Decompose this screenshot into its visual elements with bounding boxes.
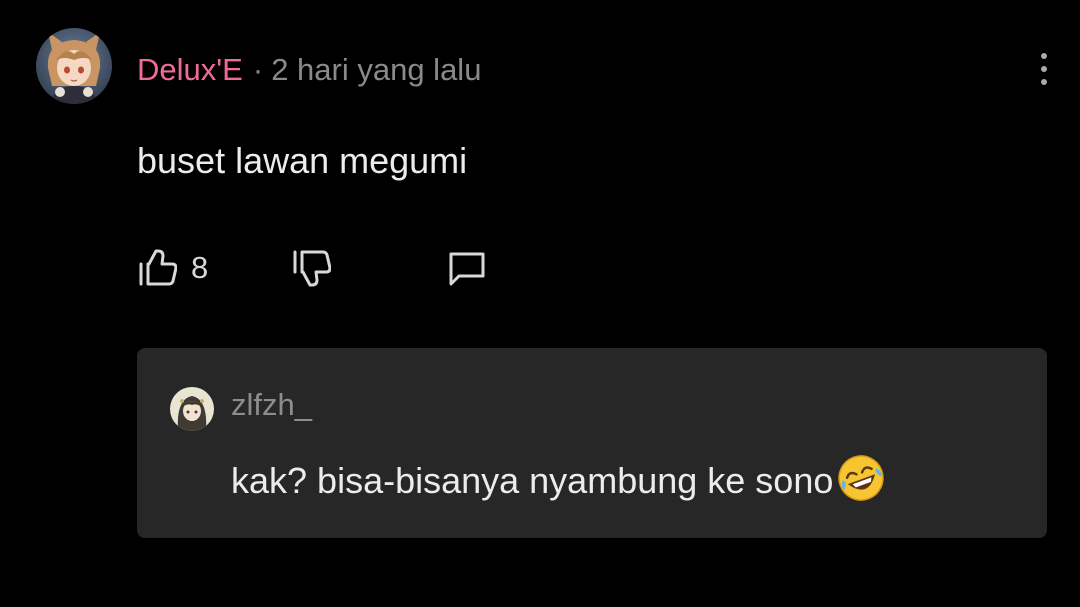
more-vertical-icon[interactable] xyxy=(1030,50,1058,88)
comment-text: buset lawan megumi xyxy=(137,140,468,181)
reply-avatar-image xyxy=(170,387,214,431)
comment-timestamp: 2 hari yang lalu xyxy=(271,52,482,87)
comment-actions: 8 xyxy=(137,246,537,290)
header-separator: · xyxy=(252,52,264,87)
reply-card[interactable]: zlfzh_ kak? bisa-bisanya nyambung ke son… xyxy=(137,348,1047,538)
reply-username[interactable]: zlfzh_ xyxy=(231,387,312,423)
comment-username[interactable]: Delux'E xyxy=(137,52,243,88)
reply-text: kak? bisa-bisanya nyambung ke sono xyxy=(231,455,887,504)
kebab-dot xyxy=(1041,79,1047,85)
thumbs-up-icon xyxy=(139,249,177,286)
reply-bubble-icon xyxy=(449,252,485,286)
like-button[interactable]: 8 xyxy=(137,246,208,290)
reply-avatar[interactable] xyxy=(170,387,214,431)
reply-text-content: kak? bisa-bisanya nyambung ke sono xyxy=(231,460,834,501)
kebab-dot xyxy=(1041,66,1047,72)
dislike-button[interactable] xyxy=(291,246,331,290)
thumbs-down-icon xyxy=(293,250,331,287)
comment-header: Delux'E · 2 hari yang lalu xyxy=(137,50,481,90)
rolling-on-floor-laughing-emoji-icon xyxy=(838,455,885,501)
kebab-dot xyxy=(1041,53,1047,59)
comment-page: Delux'E · 2 hari yang lalu buset lawan m… xyxy=(0,0,1080,607)
like-count: 8 xyxy=(191,250,209,285)
reply-button[interactable] xyxy=(447,246,487,290)
avatar[interactable] xyxy=(36,28,112,104)
avatar-image xyxy=(36,28,112,104)
